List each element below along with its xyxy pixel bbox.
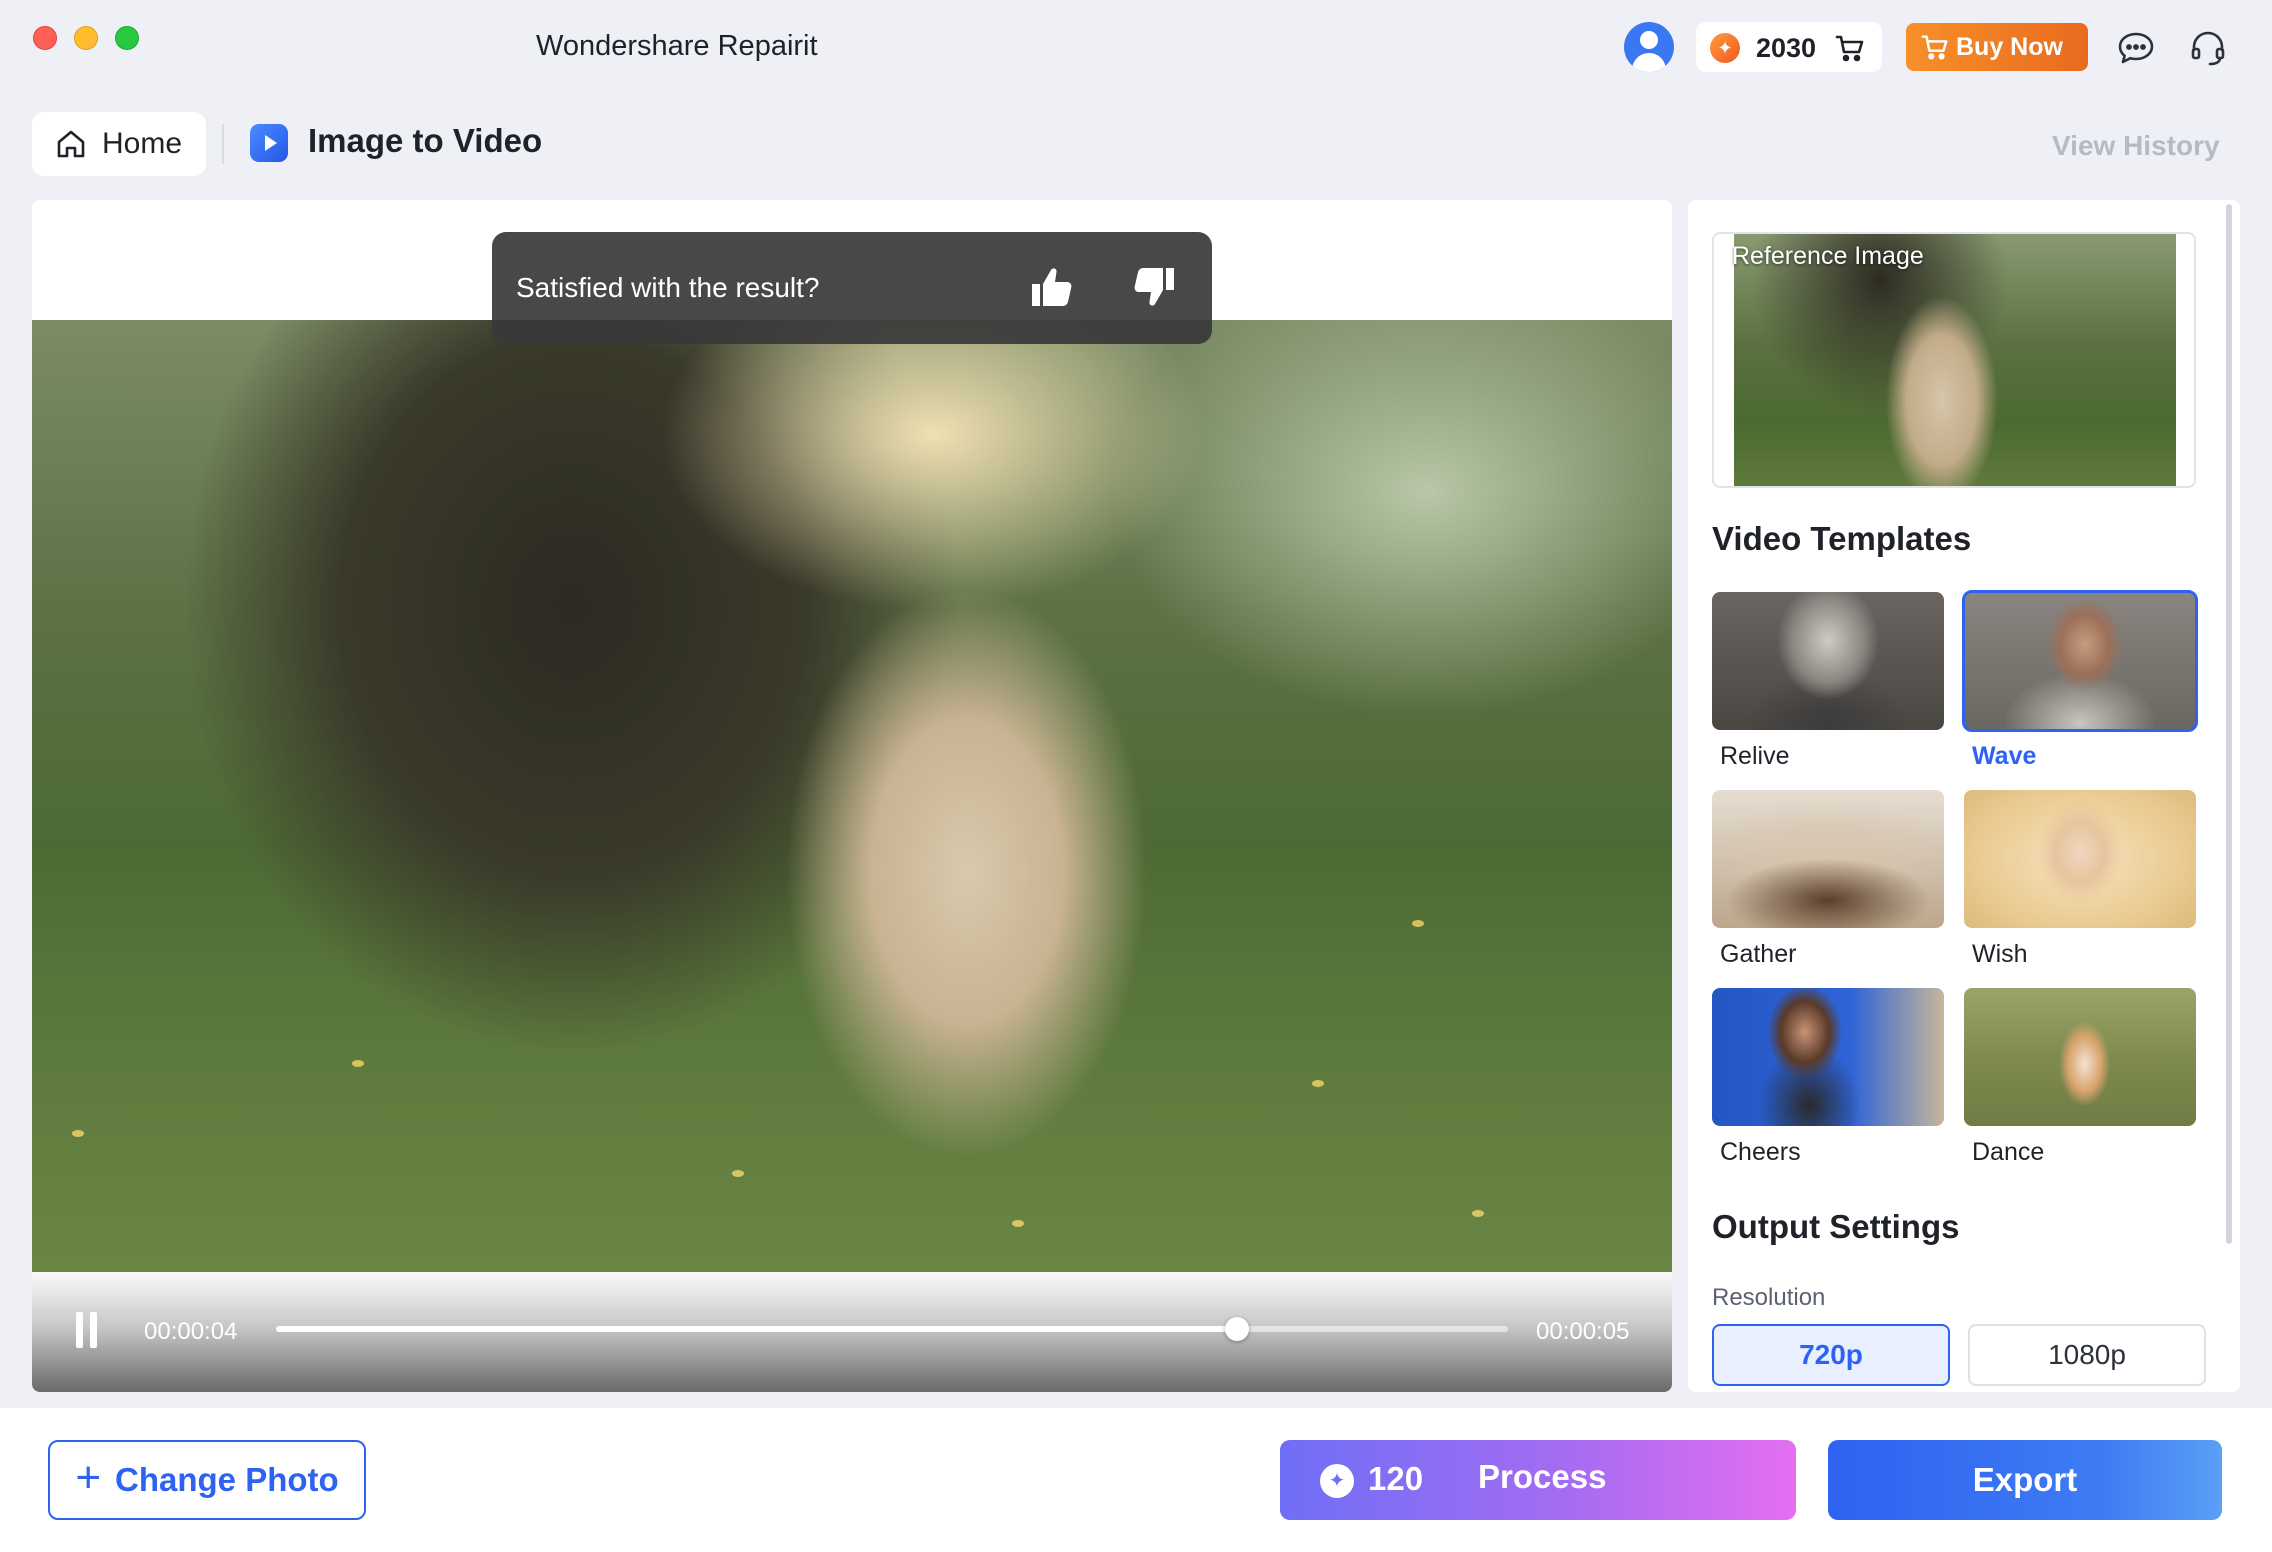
image-to-video-icon <box>250 124 288 162</box>
home-label: Home <box>102 127 183 160</box>
headset-support-icon[interactable] <box>2188 28 2228 68</box>
feedback-banner: Satisfied with the result? <box>492 232 1212 344</box>
reference-image-label: Reference Image <box>1732 242 1924 270</box>
window-minimize-button[interactable] <box>74 26 98 50</box>
resolution-1080p-button[interactable]: 1080p <box>1968 1324 2206 1386</box>
seek-bar-handle[interactable] <box>1224 1317 1249 1341</box>
buy-now-button[interactable]: Buy Now <box>1906 23 2088 71</box>
home-icon <box>57 130 85 158</box>
video-frame[interactable] <box>32 320 1672 1272</box>
video-preview-panel: 00:00:04 00:00:05 <box>32 200 1672 1392</box>
template-relive[interactable]: Relive <box>1712 592 1944 771</box>
template-thumbnail <box>1964 988 2196 1126</box>
buy-now-label: Buy Now <box>1956 32 2063 61</box>
template-wish[interactable]: Wish <box>1964 790 2196 969</box>
template-thumbnail <box>1962 590 2198 732</box>
reference-image-thumbnail <box>1734 234 2176 486</box>
home-button[interactable]: Home <box>32 112 206 176</box>
seek-bar[interactable] <box>276 1317 1508 1341</box>
credit-coin-icon: ✦ <box>1710 33 1740 63</box>
template-thumbnail <box>1712 790 1944 928</box>
seek-bar-progress <box>276 1326 1237 1332</box>
template-gather[interactable]: Gather <box>1712 790 1944 969</box>
export-button[interactable]: Export <box>1828 1440 2222 1520</box>
template-label: Gather <box>1720 940 1797 968</box>
playback-controls: 00:00:04 00:00:05 <box>32 1272 1672 1392</box>
plus-icon: + <box>75 1453 102 1502</box>
user-avatar-icon[interactable] <box>1624 22 1674 72</box>
settings-scrollbar[interactable] <box>2226 204 2232 1244</box>
process-label: Process <box>1478 1458 1607 1495</box>
template-thumbnail <box>1964 790 2196 928</box>
app-title: Wondershare Repairit <box>536 30 818 62</box>
view-history-link[interactable]: View History <box>2052 130 2220 162</box>
template-dance[interactable]: Dance <box>1964 988 2196 1167</box>
current-time: 00:00:04 <box>144 1318 238 1345</box>
reference-image: Reference Image <box>1712 232 2196 488</box>
template-thumbnail <box>1712 592 1944 730</box>
cart-icon <box>1921 35 1948 60</box>
cart-icon[interactable] <box>1834 32 1866 64</box>
title-bar: Wondershare Repairit ✦ 2030 Buy Now <box>0 0 2272 100</box>
end-time: 00:00:05 <box>1536 1318 1630 1345</box>
template-label: Cheers <box>1720 1138 1801 1166</box>
process-cost: 120 <box>1368 1460 1424 1497</box>
settings-panel: Reference Image Video Templates Relive W… <box>1688 200 2240 1392</box>
template-label: Wish <box>1972 940 2028 968</box>
process-button[interactable]: ✦ 120 Process <box>1280 1440 1796 1520</box>
message-icon[interactable] <box>2116 28 2156 68</box>
pause-icon[interactable] <box>74 1312 100 1348</box>
template-cheers[interactable]: Cheers <box>1712 988 1944 1167</box>
change-photo-button[interactable]: + Change Photo <box>48 1440 366 1520</box>
change-photo-label: Change Photo <box>115 1461 339 1498</box>
thumbs-down-icon[interactable] <box>1130 262 1180 312</box>
template-label: Dance <box>1972 1138 2045 1166</box>
feedback-question: Satisfied with the result? <box>516 272 820 303</box>
video-templates-title: Video Templates <box>1712 520 1972 557</box>
credits-badge[interactable]: ✦ 2030 <box>1696 22 1882 72</box>
resolution-label: Resolution <box>1712 1284 1826 1311</box>
template-thumbnail <box>1712 988 1944 1126</box>
credit-coin-icon: ✦ <box>1320 1464 1354 1498</box>
window-close-button[interactable] <box>33 26 57 50</box>
thumbs-up-icon[interactable] <box>1026 262 1076 312</box>
header-divider <box>222 124 224 164</box>
output-settings-title: Output Settings <box>1712 1208 1960 1245</box>
template-wave[interactable]: Wave <box>1962 590 2198 771</box>
template-label: Wave <box>1972 742 2037 770</box>
window-maximize-button[interactable] <box>115 26 139 50</box>
page-title: Image to Video <box>308 122 543 159</box>
template-label: Relive <box>1720 742 1790 770</box>
credits-count: 2030 <box>1756 33 1817 63</box>
resolution-720p-button[interactable]: 720p <box>1712 1324 1950 1386</box>
